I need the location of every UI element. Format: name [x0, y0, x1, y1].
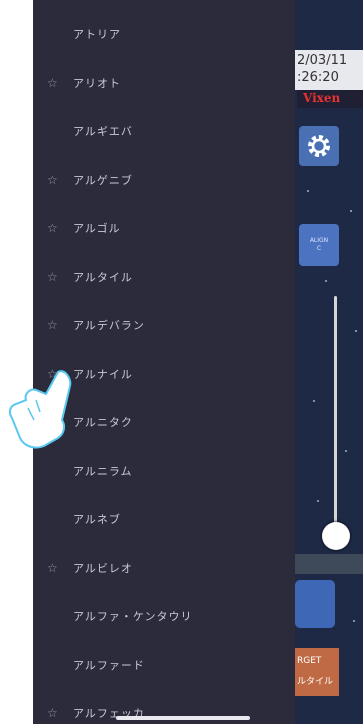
target-button-label: RGET	[297, 656, 322, 666]
star-list-item[interactable]: ☆ アルビレオ	[33, 548, 295, 588]
star-list-item[interactable]: ☆アルギエバ	[33, 111, 295, 151]
home-indicator	[116, 716, 250, 720]
favorite-star-icon[interactable]: ☆	[47, 271, 65, 283]
brand-banner: Vixen	[297, 90, 363, 108]
star-name: アルゴル	[73, 222, 121, 235]
favorite-star-icon[interactable]: ☆	[47, 174, 65, 186]
target-star-name: ルタイル	[297, 677, 334, 687]
star-list-item[interactable]: ☆アトリア	[33, 14, 295, 54]
target-button[interactable]: RGET ルタイル	[295, 648, 339, 696]
settings-button[interactable]	[299, 126, 339, 166]
brand-logo: Vixen	[303, 91, 341, 105]
gear-icon	[308, 135, 330, 157]
star-name: アルファ・ケンタウリ	[73, 610, 193, 623]
divider-band	[295, 554, 363, 574]
star-name: アトリア	[73, 28, 121, 41]
zoom-slider-track[interactable]	[334, 296, 337, 542]
date-readout: 2/03/11	[297, 53, 348, 68]
star-list-item[interactable]: ☆アルファ・ケンタウリ	[33, 596, 295, 636]
star-list-item[interactable]: ☆ アリオト	[33, 63, 295, 103]
star-name: アルタイル	[73, 270, 133, 284]
star-name: アリオト	[73, 76, 121, 90]
pointing-hand-icon	[8, 370, 72, 449]
star-list-item[interactable]: ☆ アルタイル	[33, 257, 295, 297]
favorite-star-icon[interactable]: ☆	[47, 707, 65, 719]
star-name: アルニタク	[73, 416, 133, 429]
control-pad-button[interactable]	[295, 580, 335, 628]
star-name: アルネブ	[73, 513, 121, 526]
time-readout: :26:20	[297, 70, 339, 85]
star-name: アルナイル	[73, 367, 133, 381]
favorite-star-icon[interactable]: ☆	[47, 222, 65, 234]
star-list-item[interactable]: ☆ アルゲニブ	[33, 160, 295, 200]
align-button[interactable]: ALIGN C	[299, 224, 339, 266]
favorite-star-icon[interactable]: ☆	[47, 77, 65, 89]
star-list-item[interactable]: ☆ アルゴル	[33, 208, 295, 248]
star-list-item[interactable]: ☆ アルデバラン	[33, 305, 295, 345]
star-name: アルファード	[73, 658, 145, 672]
star-name: アルビレオ	[73, 561, 133, 575]
star-list-item[interactable]: ☆アルファード	[33, 645, 295, 685]
star-list-item[interactable]: ☆アルネブ	[33, 499, 295, 539]
sky-view[interactable]: 2/03/11 :26:20 Vixen ALIGN C RGET ルタイル	[295, 0, 363, 724]
star-name: アルニラム	[73, 464, 133, 478]
star-name: アルデバラン	[73, 319, 145, 332]
favorite-star-icon[interactable]: ☆	[47, 562, 65, 574]
align-button-label: ALIGN C	[309, 236, 329, 252]
zoom-slider-thumb[interactable]	[322, 522, 350, 550]
star-name: アルギエバ	[73, 125, 133, 138]
star-name: アルゲニブ	[73, 173, 133, 187]
favorite-star-icon[interactable]: ☆	[47, 319, 65, 331]
